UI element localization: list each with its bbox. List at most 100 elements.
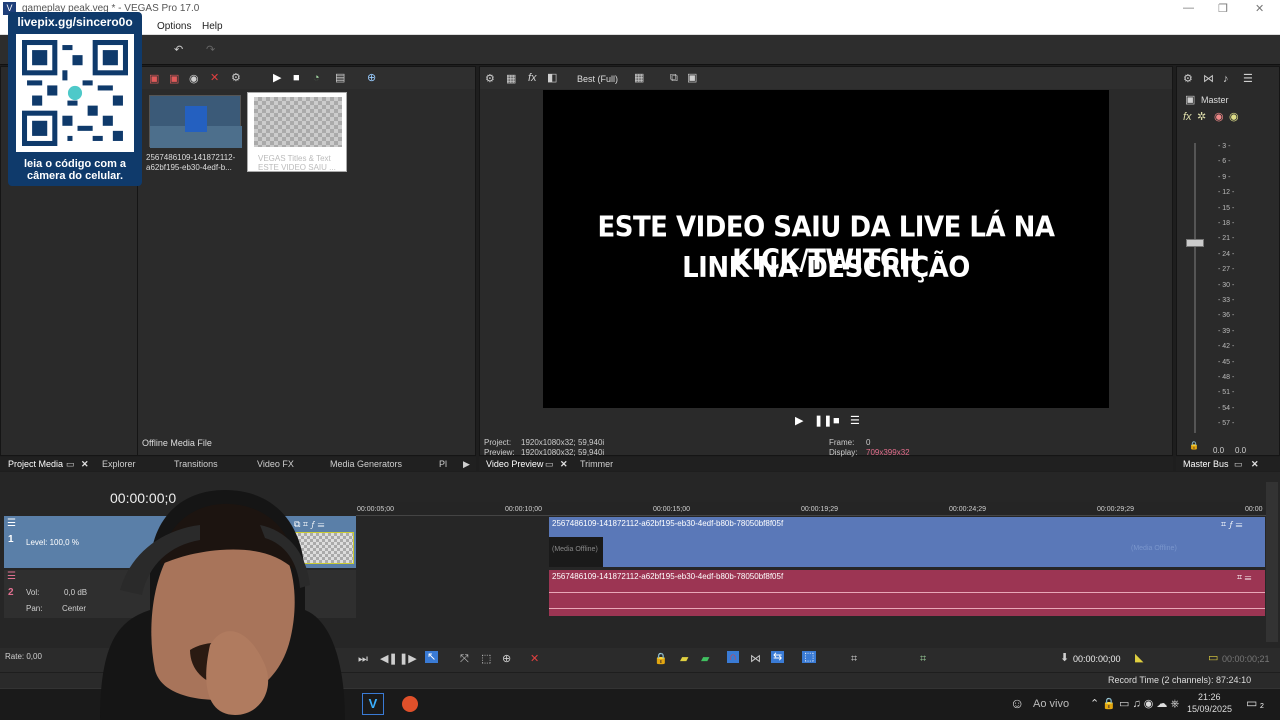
preview-pause-icon[interactable]: ❚❚	[814, 415, 832, 427]
stop-icon[interactable]: ■	[293, 72, 300, 84]
save-snapshot-icon[interactable]: ▣	[687, 72, 697, 84]
media-thumb-title[interactable]: VEGAS Titles & Text ESTE VIDEO SAIU ...	[247, 92, 347, 172]
preview-stop-icon[interactable]: ■	[833, 415, 840, 427]
master-settings-gear-icon[interactable]: ⚙	[1183, 73, 1193, 85]
tab-close-icon[interactable]: ✕	[560, 457, 568, 471]
vegas-taskbar-icon[interactable]: V	[362, 693, 384, 715]
audio-clip-icons[interactable]: ⌗ ☰	[1237, 572, 1251, 583]
overlays-icon[interactable]: ▦	[634, 72, 644, 84]
properties-gear-icon[interactable]: ⚙	[231, 72, 241, 84]
meter-tick-label: - 33 -	[1218, 297, 1235, 304]
meter-tick-label: - 30 -	[1218, 281, 1235, 289]
views-icon[interactable]: ▤	[335, 72, 345, 84]
tab-trimmer[interactable]: Trimmer	[580, 457, 613, 471]
app-taskbar-icon[interactable]	[402, 696, 418, 712]
tab-project-media[interactable]: Project Media	[8, 457, 63, 471]
tab-master-bus[interactable]: Master Bus	[1183, 457, 1229, 471]
menu-bar: Options Help	[0, 18, 1280, 35]
video-clip-icons[interactable]: ⌗ 𝑓 ☰	[1221, 519, 1242, 530]
get-media-icon[interactable]: ◉	[189, 73, 199, 85]
media-offline-label: (Media Offline)	[552, 546, 598, 553]
envelope-tool-icon[interactable]: ⤧	[460, 653, 469, 665]
split-screen-icon[interactable]: ◧	[547, 72, 557, 84]
tab-plugins[interactable]: Pl	[439, 457, 447, 471]
selection-tool-icon[interactable]: ⬚	[481, 653, 491, 665]
delete-icon[interactable]: ✕	[530, 653, 539, 665]
ignore-grouping-icon[interactable]: ⌗	[851, 653, 857, 665]
preview-settings-gear-icon[interactable]: ⚙	[485, 73, 495, 85]
snapping-icon[interactable]: ∩	[727, 651, 739, 663]
next-frame-icon[interactable]: ❚▶	[399, 653, 417, 665]
dim-output-icon[interactable]: ♪	[1223, 73, 1229, 85]
tab-transitions[interactable]: Transitions	[174, 457, 218, 471]
meter-tick-label: - 3 -	[1218, 143, 1231, 150]
master-tab-strip: Master Bus ▭ ✕	[1176, 457, 1280, 471]
device-icon[interactable]: ▦	[506, 73, 516, 85]
timeline-vscroll[interactable]	[1266, 482, 1278, 642]
tab-scroll-right-icon[interactable]: ▶	[463, 457, 470, 471]
downmix-icon[interactable]: ⋈	[1203, 73, 1214, 85]
master-menu-icon[interactable]: ☰	[1243, 73, 1253, 85]
menu-help[interactable]: Help	[202, 21, 223, 32]
import-media-icon[interactable]: ▣	[149, 73, 159, 85]
lock-envelopes-icon[interactable]: ⬚	[802, 651, 817, 663]
zoom-icon[interactable]: ⊕	[367, 72, 376, 84]
master-plugin2-icon[interactable]: ◉	[1214, 111, 1224, 123]
lock-icon[interactable]: 🔒	[654, 653, 668, 665]
video-track-number: 1	[8, 534, 14, 545]
tab-video-preview[interactable]: Video Preview	[486, 457, 543, 471]
region-icon[interactable]: ▰	[701, 653, 709, 665]
master-plugin-icon[interactable]: ✲	[1197, 111, 1206, 123]
notification-icon[interactable]: ▭	[1246, 696, 1257, 710]
auto-ripple-icon[interactable]: ⇆	[771, 651, 785, 663]
master-plugin3-icon[interactable]: ◉	[1229, 111, 1239, 123]
close-button[interactable]: ✕	[1255, 2, 1264, 15]
tab-media-generators[interactable]: Media Generators	[330, 457, 402, 471]
video-clip[interactable]: 2567486109-141872112-a62bf195-eb30-4edf-…	[549, 517, 1265, 567]
master-checkbox-icon[interactable]: ▣	[1185, 94, 1195, 106]
minimize-button[interactable]: —	[1183, 2, 1194, 14]
redo-icon[interactable]: ↷	[206, 44, 215, 56]
preview-quality-select[interactable]: Best (Full)	[577, 74, 618, 84]
capture-icon[interactable]: ▣	[169, 73, 179, 85]
overlay-caption-1: leia o código com a	[23, 158, 127, 170]
tab-close-icon[interactable]: ✕	[1251, 457, 1259, 471]
audio-clip[interactable]: 2567486109-141872112-a62bf195-eb30-4edf-…	[549, 570, 1265, 616]
marker-icon[interactable]: ▰	[680, 653, 688, 665]
auto-crossfade-icon[interactable]: ⋈	[750, 653, 761, 665]
tab-video-fx[interactable]: Video FX	[257, 457, 294, 471]
media-thumb-video[interactable]	[149, 95, 242, 148]
maximize-button[interactable]: ❐	[1218, 2, 1228, 15]
master-fader-track	[1194, 143, 1196, 433]
tab-undock-icon[interactable]: ▭	[66, 457, 75, 471]
normal-edit-tool-icon[interactable]: ↖	[425, 651, 439, 663]
master-right-value: 0.0	[1235, 446, 1247, 455]
master-lock-icon[interactable]: 🔒	[1189, 441, 1199, 450]
audio-track-menu-icon[interactable]: ☰	[7, 571, 16, 582]
master-bus-panel: ⚙ ⋈ ♪ ☰ ▣ Master fx ✲ ◉ ◉ - 3 - - 6 - - 9 …	[1176, 66, 1280, 456]
clock-time: 21:26	[1198, 692, 1221, 702]
tab-close-icon[interactable]: ✕	[81, 457, 89, 471]
copy-snapshot-icon[interactable]: ⧉	[670, 72, 678, 84]
master-fader-handle[interactable]	[1186, 239, 1204, 247]
meter-tick-label: - 48 -	[1218, 374, 1235, 381]
undo-icon[interactable]: ↶	[174, 44, 183, 56]
zoom-tool-icon[interactable]: ⊕	[502, 653, 511, 665]
tab-undock-icon[interactable]: ▭	[1234, 457, 1243, 471]
preview-menu-icon[interactable]: ☰	[850, 415, 860, 427]
post-edit-ripple-icon[interactable]: ⌗	[920, 653, 926, 665]
go-to-end-icon[interactable]: ⏭	[358, 653, 368, 665]
remove-icon[interactable]: ✕	[210, 72, 219, 84]
play-icon[interactable]: ▶	[273, 72, 281, 84]
menu-options[interactable]: Options	[157, 21, 191, 32]
tray-icons[interactable]: ⌃ 🔒 ▭ ♫ ◉ ☁ ⎈	[1090, 697, 1179, 711]
video-fx-icon[interactable]: fx	[528, 72, 537, 84]
preview-play-icon[interactable]: ▶	[795, 415, 803, 427]
master-fx-icon[interactable]: fx	[1183, 111, 1192, 123]
auto-preview-icon[interactable]: ◔	[313, 72, 320, 84]
overlay-caption-2: câmera do celular.	[27, 170, 123, 182]
tab-explorer[interactable]: Explorer	[102, 457, 136, 471]
tab-undock-icon[interactable]: ▭	[545, 457, 554, 471]
prev-frame-icon[interactable]: ◀❚	[380, 653, 398, 665]
track-menu-icon[interactable]: ☰	[7, 518, 16, 529]
